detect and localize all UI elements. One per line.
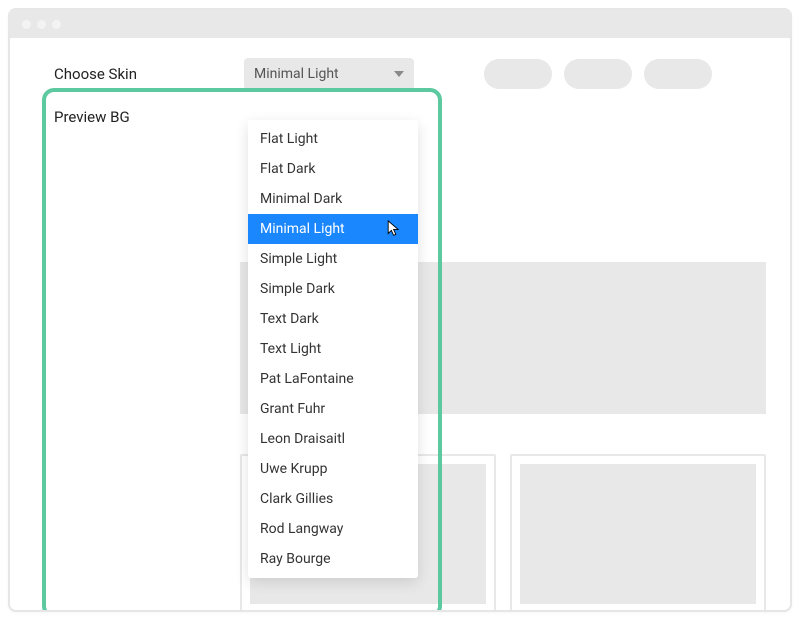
- dropdown-item[interactable]: Simple Dark: [248, 274, 418, 304]
- dropdown-item[interactable]: Grant Fuhr: [248, 394, 418, 424]
- choose-skin-selected-value: Minimal Light: [254, 66, 339, 82]
- choose-skin-label: Choose Skin: [54, 65, 224, 83]
- dropdown-item[interactable]: Minimal Light: [248, 214, 418, 244]
- traffic-light-zoom[interactable]: [52, 20, 61, 29]
- dropdown-item[interactable]: Rod Langway: [248, 514, 418, 544]
- dropdown-item[interactable]: Text Dark: [248, 304, 418, 334]
- choose-skin-row: Choose Skin Minimal Light: [24, 58, 776, 90]
- dropdown-item[interactable]: Uwe Krupp: [248, 454, 418, 484]
- chevron-down-icon: [394, 71, 404, 77]
- traffic-light-close[interactable]: [22, 20, 31, 29]
- preview-bg-label: Preview BG: [54, 108, 224, 126]
- pill-button-1[interactable]: [484, 59, 552, 89]
- dropdown-item[interactable]: Minimal Dark: [248, 184, 418, 214]
- dropdown-item[interactable]: Simple Light: [248, 244, 418, 274]
- dropdown-item[interactable]: Pat LaFontaine: [248, 364, 418, 394]
- pill-button-2[interactable]: [564, 59, 632, 89]
- content-area: Choose Skin Minimal Light Preview BG Fla…: [10, 38, 790, 610]
- placeholder-card-2: [510, 454, 766, 612]
- title-bar: [10, 10, 790, 38]
- dropdown-item[interactable]: Ray Bourge: [248, 544, 418, 574]
- placeholder-card-inner: [520, 464, 756, 604]
- dropdown-item[interactable]: Flat Dark: [248, 154, 418, 184]
- pill-button-3[interactable]: [644, 59, 712, 89]
- cursor-icon: [387, 220, 402, 238]
- dropdown-item[interactable]: Flat Light: [248, 124, 418, 154]
- dropdown-item[interactable]: Text Light: [248, 334, 418, 364]
- choose-skin-select[interactable]: Minimal Light: [244, 58, 414, 90]
- pill-buttons-group: [484, 59, 712, 89]
- dropdown-item[interactable]: Clark Gillies: [248, 484, 418, 514]
- window-frame: Choose Skin Minimal Light Preview BG Fla…: [8, 8, 792, 612]
- dropdown-item[interactable]: Leon Draisaitl: [248, 424, 418, 454]
- traffic-light-minimize[interactable]: [37, 20, 46, 29]
- skin-dropdown[interactable]: Flat LightFlat DarkMinimal DarkMinimal L…: [248, 120, 418, 578]
